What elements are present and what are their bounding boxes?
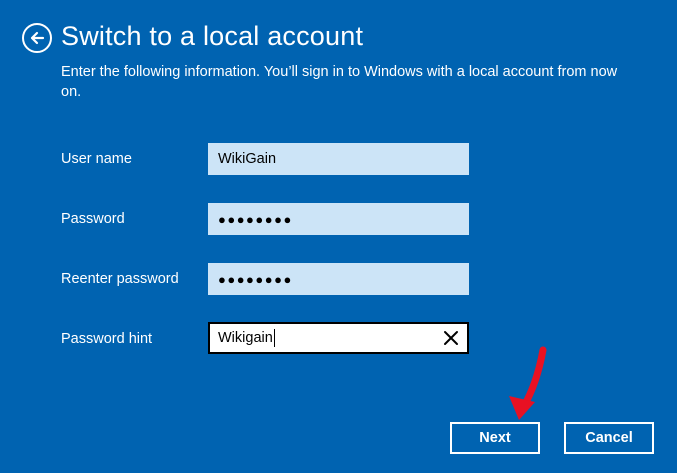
- user-name-input[interactable]: WikiGain: [208, 143, 469, 175]
- cancel-button[interactable]: Cancel: [564, 422, 654, 454]
- password-label: Password: [61, 211, 125, 227]
- page-title: Switch to a local account: [61, 21, 364, 51]
- password-hint-input[interactable]: Wikigain: [208, 322, 469, 354]
- password-hint-label: Password hint: [61, 331, 153, 347]
- back-arrow-icon: [29, 30, 45, 46]
- user-name-label: User name: [61, 151, 132, 167]
- next-button[interactable]: Next: [450, 422, 540, 454]
- close-icon[interactable]: [443, 330, 459, 346]
- password-value: ●●●●●●●●: [218, 211, 293, 227]
- back-button[interactable]: [22, 23, 52, 53]
- reenter-password-value: ●●●●●●●●: [218, 271, 293, 287]
- reenter-password-label: Reenter password: [61, 271, 179, 287]
- page-description: Enter the following information. You’ll …: [61, 64, 618, 100]
- password-input[interactable]: ●●●●●●●●: [208, 203, 469, 235]
- text-caret: [273, 329, 275, 347]
- annotation-arrow-icon: [509, 346, 547, 420]
- reenter-password-input[interactable]: ●●●●●●●●: [208, 263, 469, 295]
- password-hint-value: Wikigain: [218, 330, 273, 346]
- user-name-value: WikiGain: [218, 151, 277, 167]
